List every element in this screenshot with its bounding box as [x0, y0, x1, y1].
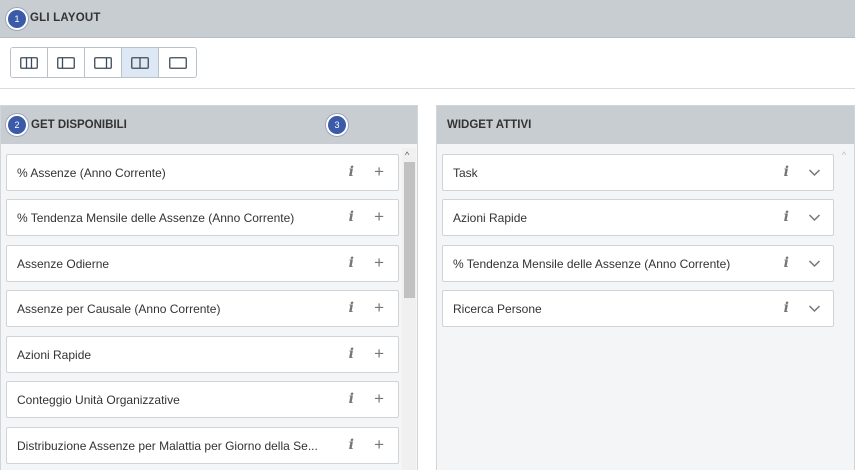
- layout-single-column-icon: [168, 56, 187, 69]
- widget-label: Azioni Rapide: [17, 348, 92, 362]
- available-widget-row: Assenze Odierne i +: [6, 245, 399, 282]
- step-marker-1: 1: [6, 8, 28, 30]
- active-widgets-panel: WIDGET ATTIVI Task i Azioni Rapide i % T…: [436, 105, 855, 470]
- info-icon[interactable]: i: [349, 437, 354, 453]
- widget-label: Task: [453, 166, 478, 180]
- add-icon[interactable]: +: [374, 435, 384, 455]
- active-widgets-header: WIDGET ATTIVI: [437, 106, 854, 144]
- available-widget-row: % Assenze (Anno Corrente) i +: [6, 154, 399, 191]
- active-widget-row: % Tendenza Mensile delle Assenze (Anno C…: [442, 245, 834, 282]
- layout-three-columns-button[interactable]: [11, 48, 48, 77]
- widget-label: Assenze per Causale (Anno Corrente): [17, 302, 221, 316]
- active-widgets-list: Task i Azioni Rapide i % Tendenza Mensil…: [437, 144, 854, 470]
- info-icon[interactable]: i: [349, 346, 354, 362]
- info-icon[interactable]: i: [349, 164, 354, 180]
- widget-label: Distribuzione Assenze per Malattia per G…: [17, 439, 318, 453]
- layout-left-sidebar-icon: [57, 56, 75, 69]
- add-icon[interactable]: +: [374, 298, 384, 318]
- layout-section-header: GLI LAYOUT: [0, 0, 855, 38]
- info-icon[interactable]: i: [349, 255, 354, 271]
- add-icon[interactable]: +: [374, 253, 384, 273]
- active-widget-row: Ricerca Persone i: [442, 290, 834, 327]
- layout-options-panel: [0, 38, 855, 89]
- available-widget-row: Azioni Rapide i +: [6, 336, 399, 373]
- scroll-thumb[interactable]: [404, 162, 415, 298]
- widget-label: % Assenze (Anno Corrente): [17, 166, 166, 180]
- chevron-down-icon[interactable]: [808, 168, 821, 177]
- layout-two-columns-button[interactable]: [122, 48, 159, 77]
- available-widget-row: Conteggio Unità Organizzative i +: [6, 381, 399, 418]
- widget-label: Conteggio Unità Organizzative: [17, 393, 180, 407]
- widget-label: Assenze Odierne: [17, 257, 110, 271]
- step-marker-2: 2: [6, 114, 28, 136]
- layout-three-columns-icon: [20, 56, 38, 69]
- add-icon[interactable]: +: [374, 389, 384, 409]
- info-icon[interactable]: i: [349, 391, 354, 407]
- available-widget-row: Distribuzione Assenze per Malattia per G…: [6, 427, 399, 464]
- add-icon[interactable]: +: [374, 207, 384, 227]
- available-widgets-list: % Assenze (Anno Corrente) i + % Tendenza…: [1, 144, 417, 470]
- available-widgets-scrollbar[interactable]: ^: [402, 148, 416, 470]
- available-widgets-panel: GET DISPONIBILI % Assenze (Anno Corrente…: [0, 105, 418, 470]
- widget-label: Ricerca Persone: [453, 302, 542, 316]
- layout-two-columns-icon: [131, 56, 149, 69]
- active-widgets-scrollbar[interactable]: ^: [839, 148, 853, 470]
- chevron-down-icon[interactable]: [808, 259, 821, 268]
- layout-button-group: [10, 47, 197, 78]
- widget-label: Azioni Rapide: [453, 211, 528, 225]
- layout-right-sidebar-icon: [94, 56, 112, 69]
- available-widgets-header: GET DISPONIBILI: [1, 106, 417, 144]
- info-icon[interactable]: i: [784, 164, 789, 180]
- available-widget-row: % Tendenza Mensile delle Assenze (Anno C…: [6, 199, 399, 236]
- info-icon[interactable]: i: [349, 209, 354, 225]
- widget-label: % Tendenza Mensile delle Assenze (Anno C…: [17, 211, 295, 225]
- available-widgets-title: GET DISPONIBILI: [31, 119, 127, 131]
- active-widgets-title: WIDGET ATTIVI: [447, 119, 532, 131]
- scroll-up-arrow-icon[interactable]: ^: [842, 150, 846, 160]
- info-icon[interactable]: i: [784, 209, 789, 225]
- info-icon[interactable]: i: [784, 300, 789, 316]
- add-icon[interactable]: +: [374, 162, 384, 182]
- chevron-down-icon[interactable]: [808, 304, 821, 313]
- active-widget-row: Task i: [442, 154, 834, 191]
- chevron-down-icon[interactable]: [808, 213, 821, 222]
- widget-label: % Tendenza Mensile delle Assenze (Anno C…: [453, 257, 731, 271]
- add-icon[interactable]: +: [374, 344, 384, 364]
- step-marker-3: 3: [326, 114, 348, 136]
- layout-right-sidebar-button[interactable]: [85, 48, 122, 77]
- layout-left-sidebar-button[interactable]: [48, 48, 85, 77]
- layout-section-title: GLI LAYOUT: [30, 12, 101, 24]
- scroll-up-arrow-icon[interactable]: ^: [405, 150, 409, 160]
- available-widget-row: Assenze per Causale (Anno Corrente) i +: [6, 290, 399, 327]
- active-widget-row: Azioni Rapide i: [442, 199, 834, 236]
- info-icon[interactable]: i: [784, 255, 789, 271]
- info-icon[interactable]: i: [349, 300, 354, 316]
- layout-single-column-button[interactable]: [159, 48, 196, 77]
